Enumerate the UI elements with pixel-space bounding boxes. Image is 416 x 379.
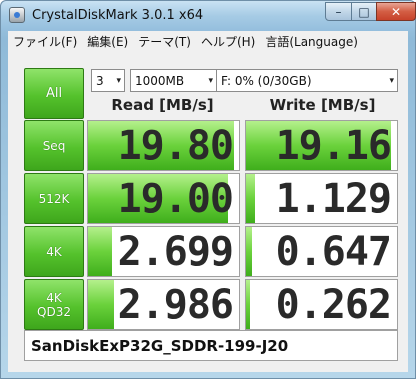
menu-language[interactable]: 言語(Language) bbox=[260, 33, 363, 50]
chevron-down-icon: ▾ bbox=[116, 75, 121, 86]
window-title: CrystalDiskMark 3.0.1 x64 bbox=[32, 8, 204, 23]
menu-bar: ファイル(F) 編集(E) テーマ(T) ヘルプ(H) 言語(Language) bbox=[8, 31, 408, 51]
drive-value: F: 0% (0/30GB) bbox=[221, 73, 312, 88]
4k-label: 4K bbox=[46, 244, 62, 259]
4k-read-bar bbox=[88, 227, 112, 276]
menu-edit[interactable]: 編集(E) bbox=[82, 33, 133, 50]
benchmark-panel: All 3 ▾ 1000MB ▾ F: 0% (0/30GB) ▾ Read [… bbox=[8, 51, 408, 372]
maximize-button[interactable]: □ bbox=[351, 2, 377, 21]
512k-write-bar bbox=[246, 174, 255, 223]
4k-qd32-label-line1: 4K bbox=[46, 290, 62, 305]
4k-read-result: 2.699 bbox=[87, 226, 240, 277]
write-column-header: Write [MB/s] bbox=[269, 96, 376, 114]
menu-help[interactable]: ヘルプ(H) bbox=[196, 33, 260, 50]
4k-qd32-write-value: 0.262 bbox=[275, 281, 392, 328]
4k-test-button[interactable]: 4K bbox=[24, 226, 84, 277]
seq-test-button[interactable]: Seq bbox=[24, 120, 84, 171]
4k-qd32-test-button[interactable]: 4K QD32 bbox=[24, 279, 84, 330]
512k-test-button[interactable]: 512K bbox=[24, 173, 84, 224]
seq-read-value: 19.80 bbox=[117, 122, 234, 169]
4k-qd32-read-result: 2.986 bbox=[87, 279, 240, 330]
512k-read-result: 19.00 bbox=[87, 173, 240, 224]
4k-read-value: 2.699 bbox=[117, 228, 234, 275]
test-size-value: 1000MB bbox=[135, 73, 185, 88]
4k-qd32-write-bar bbox=[246, 280, 250, 329]
read-column-header: Read [MB/s] bbox=[111, 96, 214, 114]
4k-write-result: 0.647 bbox=[245, 226, 398, 277]
run-all-button[interactable]: All bbox=[24, 68, 84, 119]
4k-qd32-write-result: 0.262 bbox=[245, 279, 398, 330]
menu-theme[interactable]: テーマ(T) bbox=[133, 33, 196, 50]
chevron-down-icon: ▾ bbox=[389, 75, 394, 86]
4k-qd32-read-bar bbox=[88, 280, 114, 329]
test-count-value: 3 bbox=[96, 73, 104, 88]
seq-write-result: 19.16 bbox=[245, 120, 398, 171]
disk-app-icon[interactable] bbox=[9, 7, 25, 23]
test-size-select[interactable]: 1000MB ▾ bbox=[130, 69, 217, 92]
chevron-down-icon: ▾ bbox=[208, 75, 213, 86]
seq-write-value: 19.16 bbox=[275, 122, 392, 169]
comment-field[interactable]: SanDiskExP32G_SDDR-199-J20 bbox=[24, 330, 398, 361]
test-count-select[interactable]: 3 ▾ bbox=[91, 69, 125, 92]
title-bar[interactable]: CrystalDiskMark 3.0.1 x64 – □ ✕ bbox=[1, 1, 416, 31]
app-window: CrystalDiskMark 3.0.1 x64 – □ ✕ ファイル(F) … bbox=[0, 0, 416, 379]
menu-file[interactable]: ファイル(F) bbox=[8, 33, 82, 50]
512k-label: 512K bbox=[38, 191, 70, 206]
4k-write-bar bbox=[246, 227, 252, 276]
512k-write-value: 1.129 bbox=[275, 175, 392, 222]
close-button[interactable]: ✕ bbox=[376, 2, 416, 21]
seq-label: Seq bbox=[42, 138, 66, 153]
run-all-label: All bbox=[45, 85, 63, 101]
4k-write-value: 0.647 bbox=[275, 228, 392, 275]
512k-write-result: 1.129 bbox=[245, 173, 398, 224]
4k-qd32-label-line2: QD32 bbox=[37, 304, 71, 319]
4k-qd32-read-value: 2.986 bbox=[117, 281, 234, 328]
drive-select[interactable]: F: 0% (0/30GB) ▾ bbox=[216, 69, 398, 92]
512k-read-value: 19.00 bbox=[117, 175, 234, 222]
minimize-button[interactable]: – bbox=[325, 2, 352, 21]
seq-read-result: 19.80 bbox=[87, 120, 240, 171]
